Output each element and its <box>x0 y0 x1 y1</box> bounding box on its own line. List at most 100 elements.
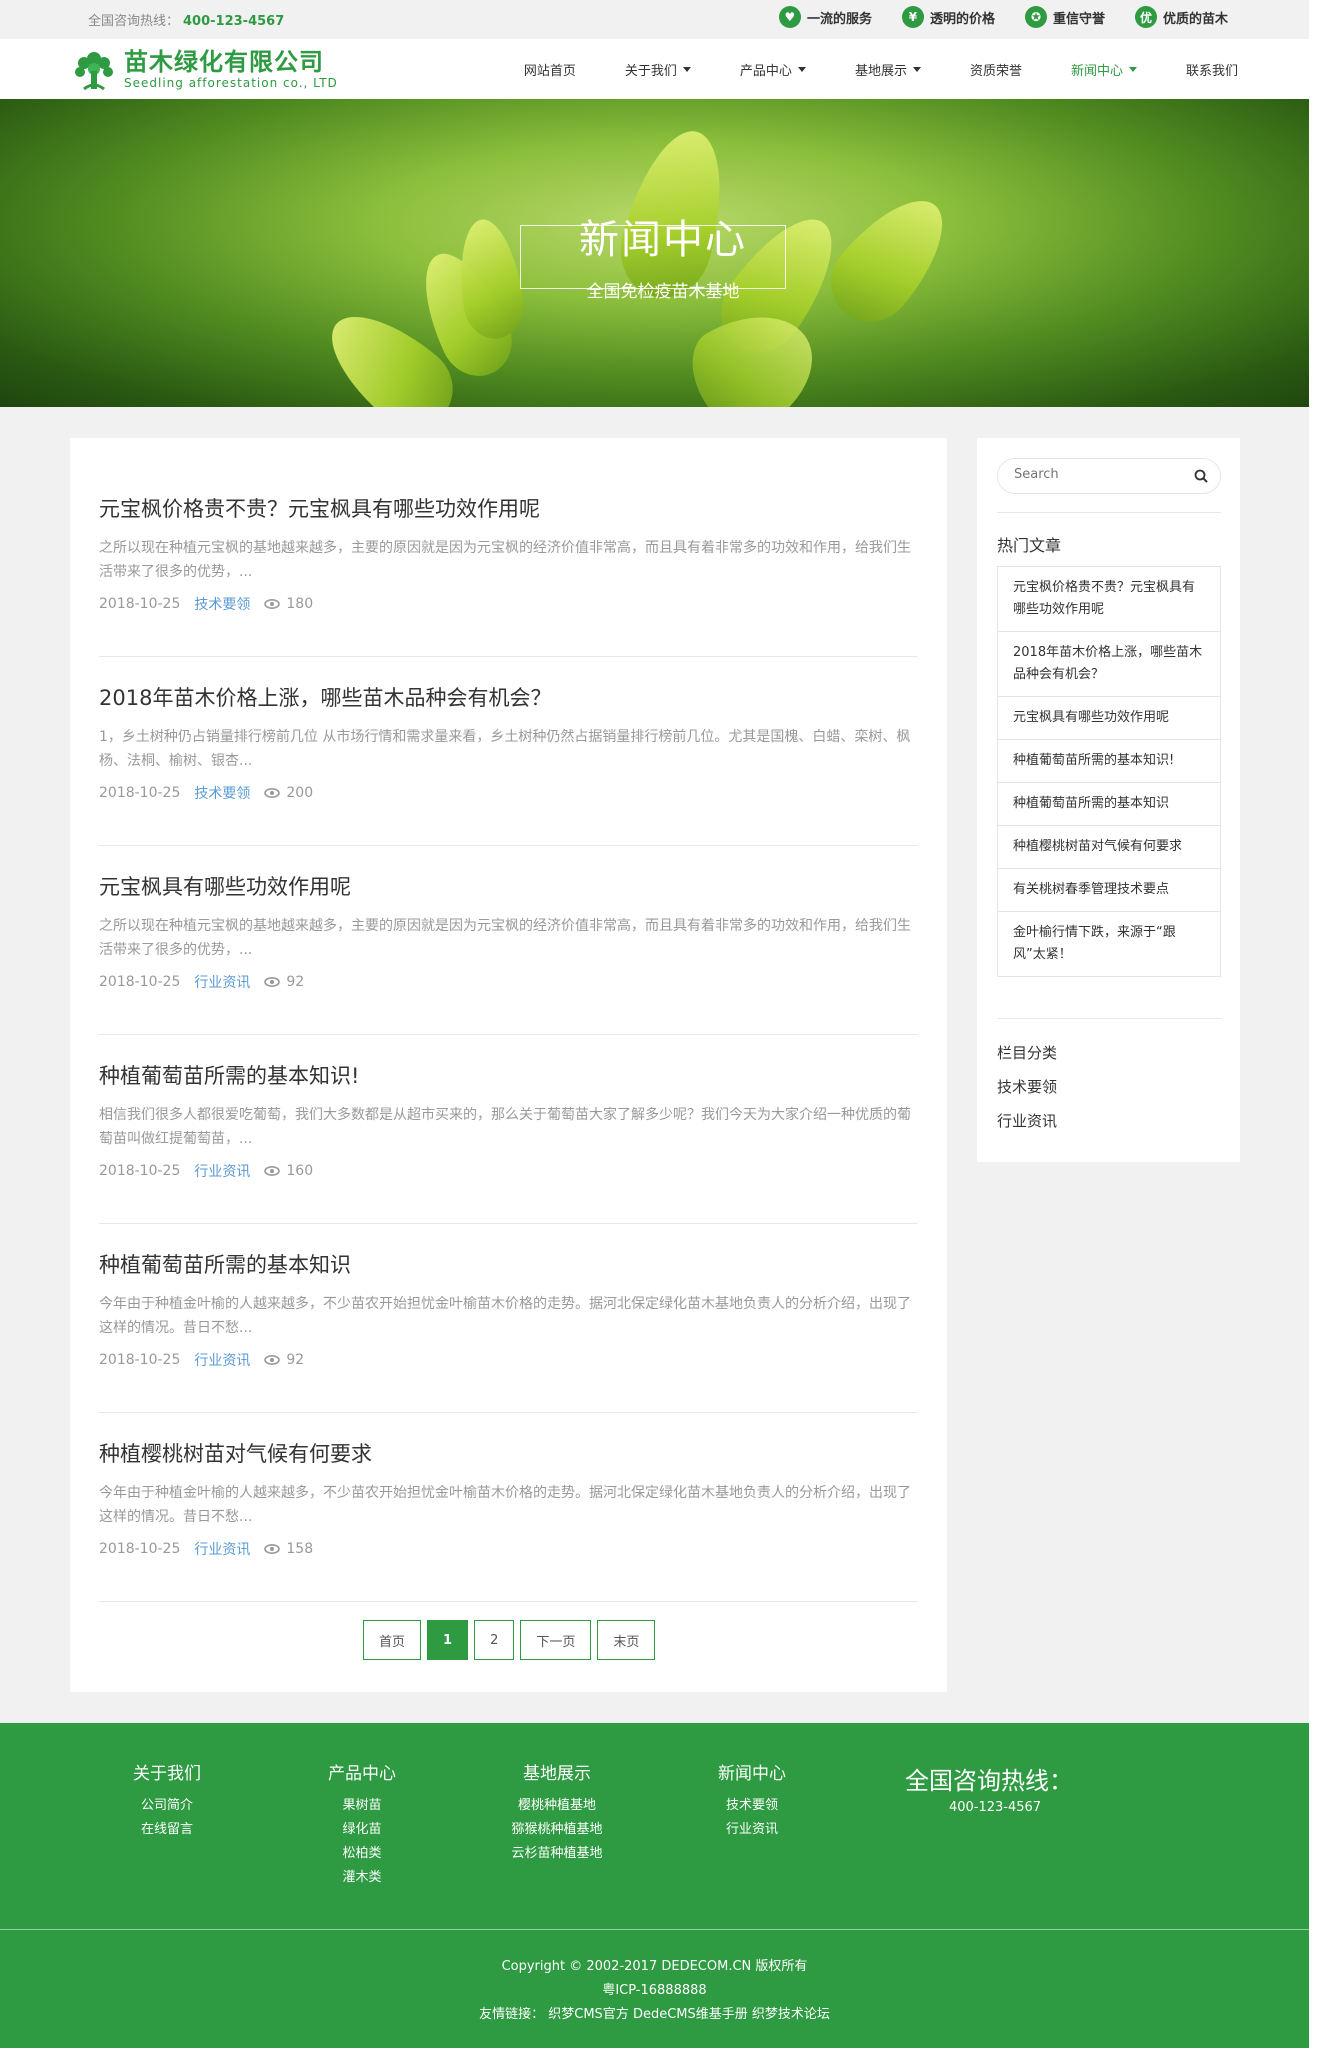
footer-link[interactable]: 樱桃种植基地 <box>487 1794 627 1818</box>
footer-link[interactable]: 云杉苗种植基地 <box>487 1842 627 1866</box>
friend-links-label: 友情链接： <box>479 2007 545 2022</box>
footer-col-title: 新闻中心 <box>718 1764 786 1784</box>
article-title[interactable]: 种植樱桃树苗对气候有何要求 <box>99 1439 918 1469</box>
banner-title: 新闻中心 <box>579 217 747 263</box>
article-summary: 之所以现在种植元宝枫的基地越来越多，主要的原因就是因为元宝枫的经济价值非常高，而… <box>99 540 911 580</box>
article-views: 160 <box>286 1163 314 1179</box>
medal-icon: ✪ <box>1024 6 1047 28</box>
nav-label: 联系我们 <box>1185 63 1238 79</box>
icp-record[interactable]: 粤ICP-16888888 <box>0 1979 1309 2003</box>
footer-link[interactable]: 果树苗 <box>292 1794 432 1818</box>
page-first-button[interactable]: 首页 <box>363 1620 422 1660</box>
article-category[interactable]: 行业资讯 <box>194 1539 250 1559</box>
nav-honors[interactable]: 资质荣誉 <box>970 60 1022 79</box>
article-category[interactable]: 行业资讯 <box>194 1161 250 1181</box>
hot-article-item[interactable]: 种植葡萄苗所需的基本知识 <box>998 783 1220 826</box>
category-link[interactable]: 行业资讯 <box>997 1110 1057 1131</box>
page-next-button[interactable]: 下一页 <box>520 1620 592 1660</box>
hot-article-item[interactable]: 金叶榆行情下跌，来源于“跟风”太紧！ <box>998 912 1220 976</box>
nav-products[interactable]: 产品中心 <box>740 60 806 79</box>
article-category[interactable]: 技术要领 <box>194 594 250 614</box>
footer-link[interactable]: 松柏类 <box>292 1842 432 1866</box>
article-views: 158 <box>286 1541 314 1557</box>
article-meta: 2018-10-25 行业资讯 160 <box>99 1161 918 1181</box>
search-input[interactable] <box>1014 467 1184 482</box>
news-list: 元宝枫价格贵不贵？元宝枫具有哪些功效作用呢 之所以现在种植元宝枫的基地越来越多，… <box>70 438 947 1692</box>
hot-article-item[interactable]: 种植葡萄苗所需的基本知识! <box>998 740 1220 783</box>
article-category[interactable]: 行业资讯 <box>194 1350 250 1370</box>
logo-en: Seedling afforestation co., LTD <box>124 76 338 90</box>
friend-link[interactable]: 织梦技术论坛 <box>752 2007 830 2022</box>
nav-about[interactable]: 关于我们 <box>625 60 691 79</box>
footer-link[interactable]: 在线留言 <box>97 1818 237 1842</box>
page-2-button[interactable]: 2 <box>474 1620 515 1660</box>
friend-link[interactable]: DedeCMS维基手册 <box>633 2007 748 2022</box>
article-category[interactable]: 行业资讯 <box>194 972 250 992</box>
hot-article-item[interactable]: 有关桃树春季管理技术要点 <box>998 869 1220 912</box>
nav-home[interactable]: 网站首页 <box>524 60 576 79</box>
article-views: 200 <box>286 785 314 801</box>
list-item: 种植葡萄苗所需的基本知识 今年由于种植金叶榆的人越来越多，不少苗农开始担忧金叶榆… <box>99 1250 918 1370</box>
nav-bases[interactable]: 基地展示 <box>855 60 921 79</box>
article-title[interactable]: 种植葡萄苗所需的基本知识 <box>99 1250 918 1280</box>
logo-cn: 苗木绿化有限公司 <box>124 48 324 76</box>
footer-col-title: 关于我们 <box>133 1764 201 1784</box>
footer-hotline: 全国咨询热线： 400-123-4567 <box>905 1761 1085 1815</box>
site-logo[interactable]: 苗木绿化有限公司 Seedling afforestation co., LTD <box>70 45 338 93</box>
footer-link[interactable]: 灌木类 <box>292 1866 432 1890</box>
footer-link[interactable]: 技术要领 <box>682 1794 822 1818</box>
caret-down-icon <box>1128 66 1137 72</box>
article-title[interactable]: 元宝枫具有哪些功效作用呢 <box>99 872 918 902</box>
caret-down-icon <box>912 66 921 72</box>
page-last-button[interactable]: 末页 <box>597 1620 656 1660</box>
article-title[interactable]: 种植葡萄苗所需的基本知识! <box>99 1061 918 1091</box>
top-bar: 全国咨询热线： 400-123-4567 ♥ 一流的服务 ¥ 透明的价格 ✪ 重信守誉 … <box>0 0 1326 39</box>
hot-article-item[interactable]: 元宝枫价格贵不贵？元宝枫具有哪些功效作用呢 <box>998 567 1220 632</box>
footer-link[interactable]: 绿化苗 <box>292 1818 432 1842</box>
article-date: 2018-10-25 <box>99 1163 181 1179</box>
article-date: 2018-10-25 <box>99 974 181 990</box>
nav-label: 关于我们 <box>624 63 677 79</box>
article-meta: 2018-10-25 技术要领 200 <box>99 783 918 803</box>
hot-article-item[interactable]: 种植樱桃树苗对气候有何要求 <box>998 826 1220 869</box>
nav-contact[interactable]: 联系我们 <box>1186 60 1238 79</box>
tree-logo-icon <box>75 52 113 91</box>
hot-article-item[interactable]: 元宝枫具有哪些功效作用呢 <box>998 697 1220 740</box>
main-nav: 网站首页 关于我们 产品中心 基地展示 资质荣誉 新闻中心 联系我们 <box>475 39 1238 99</box>
article-meta: 2018-10-25 技术要领 180 <box>99 594 918 614</box>
site-footer: 关于我们 公司简介 在线留言 产品中心 果树苗 绿化苗 松柏类 灌木类 基地展示… <box>0 1723 1309 2048</box>
copyright: Copyright © 2002-2017 DEDECOM.CN 版权所有 <box>501 1959 808 1974</box>
search-icon[interactable] <box>1194 469 1208 483</box>
article-date: 2018-10-25 <box>99 596 181 612</box>
footer-col-bases: 基地展示 樱桃种植基地 猕猴桃种植基地 云杉苗种植基地 <box>487 1759 627 1866</box>
footer-col-title: 基地展示 <box>523 1764 591 1784</box>
article-views: 180 <box>286 596 314 612</box>
nav-news[interactable]: 新闻中心 <box>1071 60 1137 79</box>
article-category[interactable]: 技术要领 <box>194 783 250 803</box>
footer-link[interactable]: 公司简介 <box>97 1794 237 1818</box>
page: 全国咨询热线： 400-123-4567 ♥ 一流的服务 ¥ 透明的价格 ✪ 重信守誉 … <box>0 0 1326 2048</box>
article-summary: 相信我们很多人都很爱吃葡萄，我们大多数都是从超市买来的，那么关于葡萄苗大家了解多… <box>99 1107 911 1147</box>
friend-link[interactable]: 织梦CMS官方 <box>548 2007 629 2022</box>
hotline-number: 400-123-4567 <box>183 14 285 29</box>
footer-link[interactable]: 猕猴桃种植基地 <box>487 1818 627 1842</box>
nav-label: 新闻中心 <box>1070 63 1123 79</box>
category-link[interactable]: 技术要领 <box>997 1076 1057 1097</box>
nav-label: 产品中心 <box>739 63 792 79</box>
article-title[interactable]: 元宝枫价格贵不贵？元宝枫具有哪些功效作用呢 <box>99 494 918 524</box>
page-1-button[interactable]: 1 <box>427 1620 469 1660</box>
site-header: 苗木绿化有限公司 Seedling afforestation co., LTD… <box>0 39 1326 99</box>
pagination: 首页 1 2 下一页 末页 <box>363 1620 656 1660</box>
feature-service: ♥ 一流的服务 <box>778 6 872 28</box>
footer-divider <box>0 1929 1309 1930</box>
feature-label: 一流的服务 <box>806 11 872 27</box>
eye-icon <box>264 977 281 987</box>
feature-label: 优质的苗木 <box>1162 11 1228 27</box>
eye-icon <box>264 599 281 609</box>
divider <box>99 1601 918 1602</box>
article-title[interactable]: 2018年苗木价格上涨，哪些苗木品种会有机会？ <box>99 683 918 713</box>
article-meta: 2018-10-25 行业资讯 92 <box>99 972 918 992</box>
list-item: 元宝枫具有哪些功效作用呢 之所以现在种植元宝枫的基地越来越多，主要的原因就是因为… <box>99 872 918 992</box>
hot-article-item[interactable]: 2018年苗木价格上涨，哪些苗木品种会有机会？ <box>998 632 1220 697</box>
footer-link[interactable]: 行业资讯 <box>682 1818 822 1842</box>
